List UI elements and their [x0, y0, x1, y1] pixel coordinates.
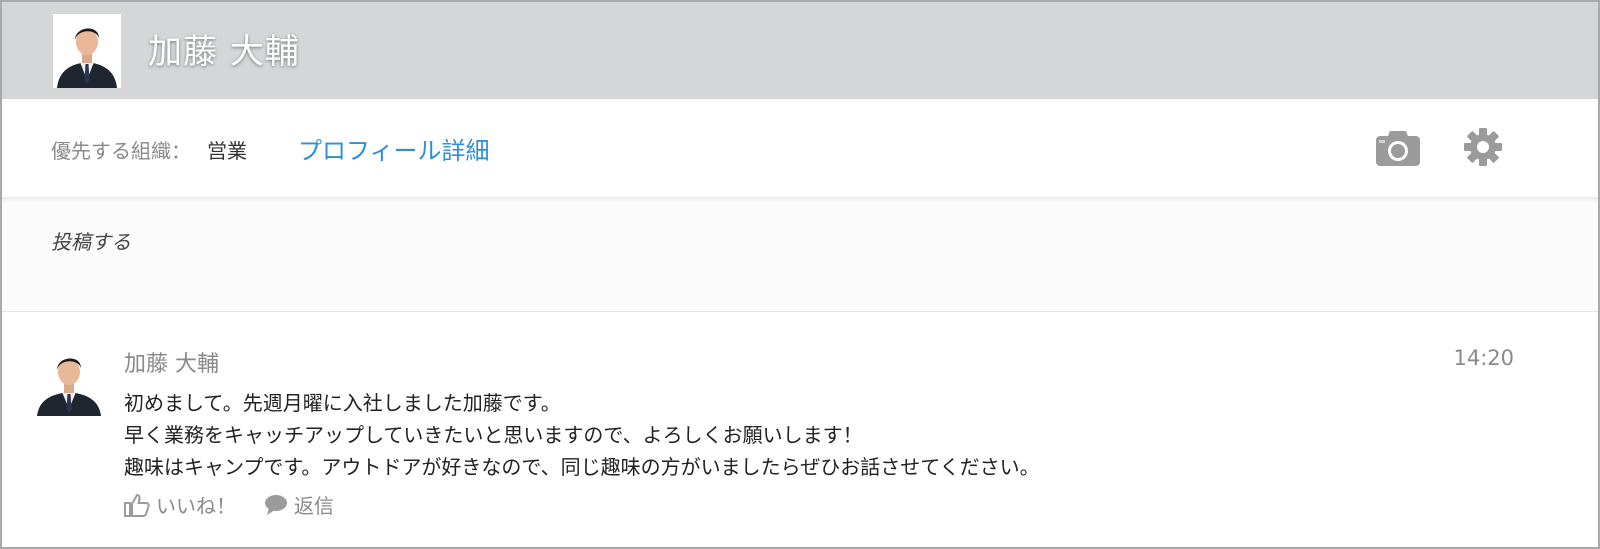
profile-page: 加藤 大輔 優先する組織： 営業 プロフィール詳細 投稿する 加藤 大輔 14:…	[0, 0, 1600, 549]
profile-header: 加藤 大輔	[2, 2, 1598, 99]
post-line: 初めまして。先週月曜に入社しました加藤です。	[124, 391, 561, 415]
avatar[interactable]	[37, 348, 101, 416]
post-author[interactable]: 加藤 大輔	[124, 346, 219, 378]
org-label: 優先する組織：	[51, 139, 191, 163]
list-item: 加藤 大輔 14:20 初めまして。先週月曜に入社しました加藤です。 早く業務を…	[2, 312, 1598, 547]
profile-detail-link[interactable]: プロフィール詳細	[298, 131, 490, 166]
like-button[interactable]: いいね！	[124, 490, 236, 519]
profile-info-bar: 優先する組織： 営業 プロフィール詳細	[2, 99, 1598, 198]
reply-label: 返信	[294, 494, 334, 518]
post-timestamp: 14:20	[1453, 346, 1514, 370]
camera-icon[interactable]	[1375, 127, 1421, 167]
speech-bubble-icon	[265, 494, 287, 515]
reply-button[interactable]: 返信	[264, 490, 334, 519]
post-actions: いいね！ 返信	[124, 490, 362, 519]
user-photo-icon	[53, 14, 121, 88]
post-body: 初めまして。先週月曜に入社しました加藤です。 早く業務をキャッチアップしていきた…	[124, 387, 1040, 483]
post-line: 早く業務をキャッチアップしていきたいと思いますので、よろしくお願いします！	[124, 423, 863, 447]
like-label: いいね！	[156, 494, 236, 518]
gear-icon[interactable]	[1463, 127, 1503, 167]
post-composer[interactable]: 投稿する	[2, 198, 1598, 312]
org-value: 営業	[207, 139, 247, 163]
thumbs-up-icon	[124, 493, 150, 517]
post-line: 趣味はキャンプです。アウトドアが好きなので、同じ趣味の方がいましたらぜひお話させ…	[124, 455, 1040, 479]
post-input[interactable]: 投稿する	[51, 226, 131, 255]
page-title: 加藤 大輔	[148, 32, 300, 72]
